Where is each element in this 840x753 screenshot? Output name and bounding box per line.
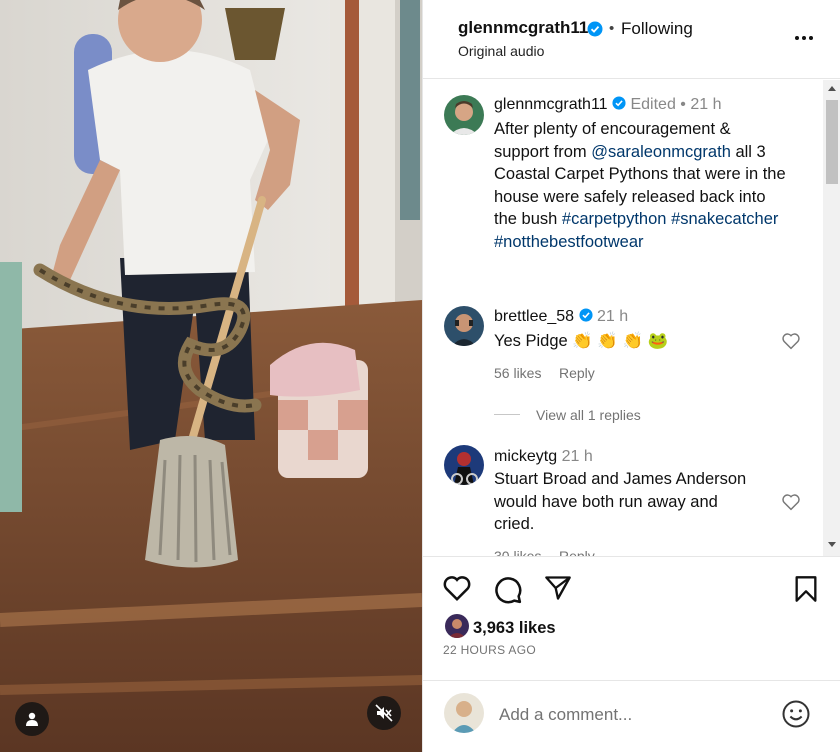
- comment-like-icon[interactable]: [781, 332, 801, 350]
- hashtag-link[interactable]: #notthebestfootwear: [494, 231, 814, 254]
- edited-label: Edited: [630, 96, 676, 113]
- liker-avatar[interactable]: [445, 614, 469, 638]
- comment-time[interactable]: 21 h: [597, 308, 628, 325]
- caption-username[interactable]: glennmcgrath11: [494, 96, 608, 113]
- comment-reply-button[interactable]: Reply: [559, 548, 595, 556]
- post-header: glennmcgrath11 • Following Original audi…: [423, 0, 840, 79]
- mute-icon: [375, 704, 393, 722]
- view-replies-button[interactable]: View all 1 replies: [536, 407, 641, 423]
- comment-avatar[interactable]: [444, 306, 484, 346]
- comment-username[interactable]: brettlee_58: [494, 308, 574, 325]
- comment-likes[interactable]: 56 likes: [494, 365, 541, 381]
- likes-count[interactable]: 3,963 likes: [473, 619, 556, 638]
- emoji-icon[interactable]: [781, 699, 811, 729]
- add-comment-row: Add a comment...: [423, 680, 840, 753]
- post-time-ago[interactable]: 22 HOURS AGO: [443, 643, 536, 657]
- hashtag-link[interactable]: #snakecatcher: [671, 210, 778, 228]
- caption-line: Coastal Carpet Pythons that were in the: [494, 165, 786, 183]
- video-frame: [0, 0, 422, 752]
- comment-avatar[interactable]: [444, 445, 484, 485]
- replies-divider: [494, 414, 520, 415]
- current-user-avatar: [444, 693, 484, 733]
- post-author-username[interactable]: glennmcgrath11: [458, 18, 588, 38]
- caption-time[interactable]: 21 h: [690, 96, 721, 113]
- verified-badge-icon: [578, 308, 593, 322]
- heart-icon[interactable]: [442, 574, 472, 602]
- video-player[interactable]: [0, 0, 422, 752]
- comment-time[interactable]: 21 h: [562, 448, 593, 465]
- post-side-panel: glennmcgrath11 • Following Original audi…: [422, 0, 840, 752]
- tagged-user-button[interactable]: [15, 702, 49, 736]
- caption-line: the bush #carpetpython #snakecatcher: [494, 210, 779, 228]
- send-icon[interactable]: [543, 574, 573, 602]
- following-button[interactable]: Following: [621, 19, 693, 39]
- comment-username[interactable]: mickeytg: [494, 448, 557, 465]
- more-options-icon[interactable]: [795, 30, 819, 46]
- add-comment-input[interactable]: Add a comment...: [499, 705, 632, 725]
- verified-badge-icon: [612, 96, 626, 110]
- scrollbar-thumb[interactable]: [826, 100, 838, 184]
- hashtag-link[interactable]: #carpetpython: [562, 210, 667, 228]
- caption-line: house were safely released back into: [494, 187, 766, 206]
- scroll-up-arrow[interactable]: [828, 86, 836, 91]
- caption-line: After plenty of encouragement &: [494, 120, 731, 138]
- comment-like-icon[interactable]: [781, 493, 801, 511]
- verified-badge-icon: [587, 21, 603, 37]
- user-tag-icon: [26, 712, 38, 726]
- mute-button[interactable]: [367, 696, 401, 730]
- header-separator: •: [609, 20, 615, 37]
- caption-line: support from @saraleonmcgrath all 3: [494, 142, 766, 161]
- caption-avatar[interactable]: [444, 95, 484, 135]
- bookmark-icon[interactable]: [793, 575, 819, 603]
- comment-icon[interactable]: [493, 575, 523, 605]
- caption-text: After plenty of encouragement & support …: [494, 118, 814, 253]
- caption-header: glennmcgrath11 Edited • 21 h: [494, 96, 722, 114]
- caption-dot: •: [680, 96, 686, 113]
- mention-link[interactable]: @saraleonmcgrath: [591, 143, 731, 161]
- comment-header: mickeytg 21 h: [494, 448, 593, 466]
- comments-scrollbar[interactable]: [823, 80, 840, 556]
- comment-reply-button[interactable]: Reply: [559, 365, 595, 381]
- original-audio-link[interactable]: Original audio: [458, 43, 544, 59]
- comment-likes[interactable]: 30 likes: [494, 548, 541, 556]
- comment-header: brettlee_58 21 h: [494, 308, 628, 326]
- scroll-down-arrow[interactable]: [828, 542, 836, 547]
- comment-text: Yes Pidge 👏 👏 👏 🐸: [494, 332, 669, 350]
- comments-list[interactable]: glennmcgrath11 Edited • 21 h After plent…: [423, 80, 823, 556]
- comment-text: Stuart Broad and James Anderson would ha…: [494, 470, 747, 533]
